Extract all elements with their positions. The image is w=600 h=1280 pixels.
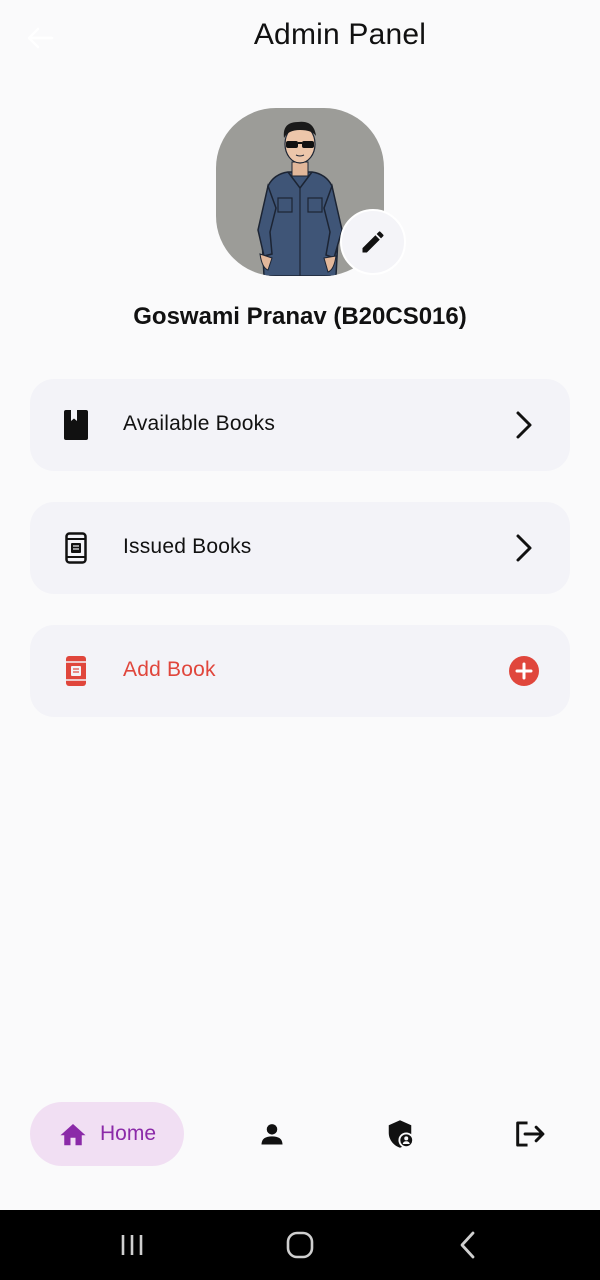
- book-device-icon: [62, 532, 90, 564]
- bottom-navigation: Home: [0, 1090, 600, 1180]
- logout-icon: [516, 1121, 545, 1147]
- app-bar: Admin Panel: [0, 0, 600, 76]
- system-home-button[interactable]: [280, 1228, 320, 1262]
- nav-profile[interactable]: [246, 1102, 298, 1166]
- back-chevron-icon: [460, 1231, 475, 1259]
- issued-books-card[interactable]: Issued Books: [30, 502, 570, 594]
- profile-avatar-section: [216, 108, 406, 276]
- available-books-label: Available Books: [123, 412, 276, 435]
- pencil-icon: [362, 231, 384, 253]
- recent-apps-button[interactable]: [112, 1228, 152, 1262]
- book-icon: [62, 409, 90, 441]
- nav-admin[interactable]: [374, 1102, 426, 1166]
- system-back-button[interactable]: [448, 1228, 488, 1262]
- home-icon: [60, 1124, 86, 1146]
- add-book-label: Add Book: [123, 658, 216, 681]
- add-circle-icon: [508, 655, 540, 687]
- edit-avatar-button[interactable]: [340, 209, 406, 275]
- admin-shield-icon: [388, 1120, 415, 1149]
- chevron-right-icon: [508, 409, 540, 441]
- add-book-card[interactable]: Add Book: [30, 625, 570, 717]
- system-navigation-bar: [0, 1210, 600, 1280]
- add-book-device-icon: [62, 655, 90, 687]
- nav-logout[interactable]: [504, 1102, 556, 1166]
- issued-books-label: Issued Books: [123, 535, 252, 558]
- home-circle-icon: [286, 1231, 314, 1259]
- available-books-card[interactable]: Available Books: [30, 379, 570, 471]
- recent-apps-icon: [121, 1235, 143, 1255]
- person-icon: [261, 1124, 283, 1145]
- nav-home-label: Home: [99, 1122, 157, 1145]
- page-title: Admin Panel: [253, 18, 427, 51]
- user-name: Goswami Pranav (B20CS016): [133, 303, 467, 330]
- nav-home[interactable]: Home: [30, 1102, 184, 1166]
- chevron-right-icon: [508, 532, 540, 564]
